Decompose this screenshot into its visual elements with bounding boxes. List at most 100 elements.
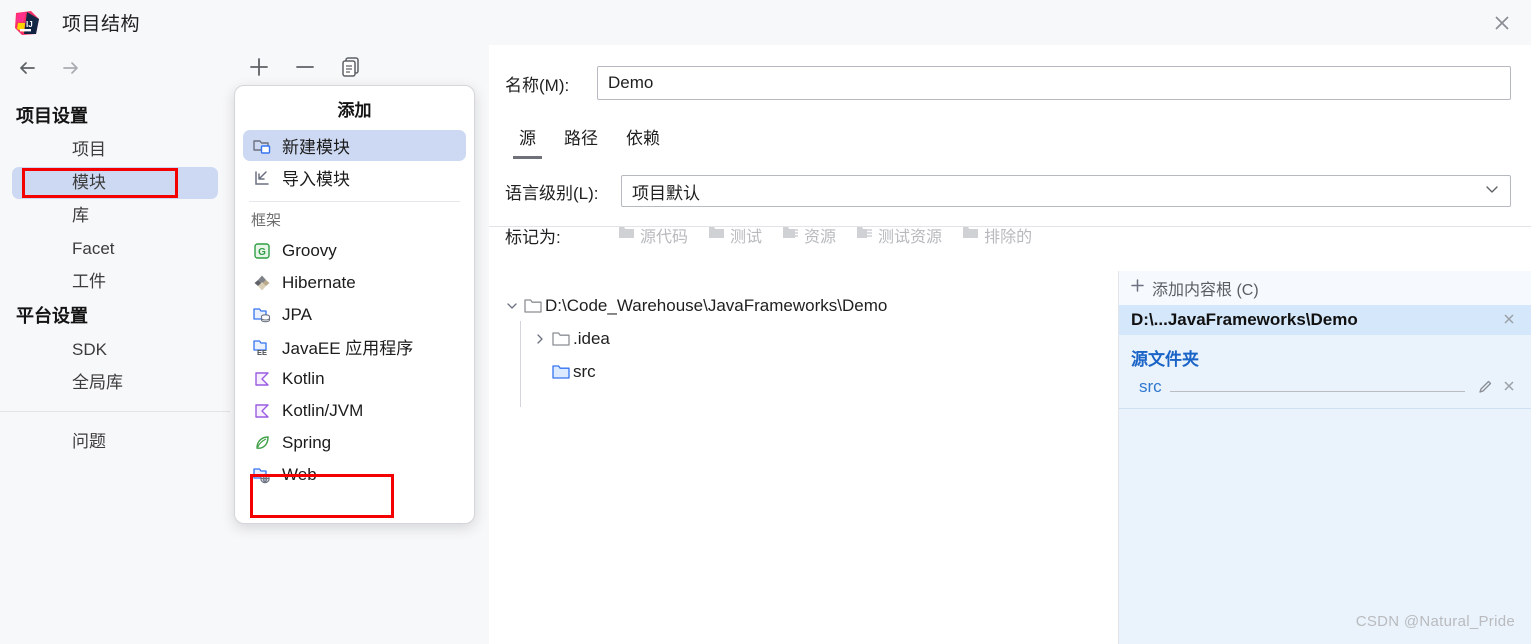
navigation-arrows (0, 45, 230, 91)
popup-item-label: JavaEE 应用程序 (282, 339, 414, 358)
add-popup-title: 添加 (337, 101, 372, 120)
language-level-row: 语言级别(L): 项目默认 (505, 173, 1511, 209)
add-popup-menu: 添加 新建模块 导入模块 框架 G Groovy Hibernate JPA E… (234, 85, 475, 524)
mark-as-resources-button[interactable]: 资源 (775, 220, 843, 250)
groovy-icon: G (251, 240, 273, 262)
tree-row[interactable]: .idea (489, 322, 1118, 355)
module-name-input[interactable] (597, 66, 1511, 100)
popup-item-jpa[interactable]: JPA (243, 299, 466, 330)
tree-row-label: D:\Code_Warehouse\JavaFrameworks\Demo (545, 295, 888, 315)
plus-icon (1129, 277, 1146, 299)
tree-row-label: src (573, 361, 596, 381)
popup-item-label: 导入模块 (282, 170, 350, 189)
sidebar-item-artifacts[interactable]: 工件 (12, 266, 218, 298)
settings-sidebar: 项目设置 项目 模块 库 Facet 工件 平台设置 SDK 全局库 问题 (0, 45, 231, 644)
title-bar: IJ 项目结构 (0, 0, 1531, 46)
module-details-panel: 名称(M): 源 路径 依赖 语言级别(L): 项目默认 标记为: (489, 45, 1531, 644)
sources-content: D:\Code_Warehouse\JavaFrameworks\Demo .i… (489, 271, 1531, 644)
sidebar-group-platform-settings: 平台设置 (16, 306, 88, 326)
source-folder-name: src (1139, 377, 1162, 396)
sidebar-item-problems[interactable]: 问题 (12, 426, 218, 458)
close-icon[interactable] (1501, 311, 1519, 329)
remove-module-button[interactable] (292, 54, 318, 80)
mark-as-sources-button[interactable]: 源代码 (611, 220, 695, 250)
sidebar-item-libraries[interactable]: 库 (12, 200, 218, 232)
chevron-down-icon[interactable] (503, 297, 521, 315)
close-icon[interactable] (1501, 378, 1519, 396)
tree-row[interactable]: D:\Code_Warehouse\JavaFrameworks\Demo (489, 289, 1118, 322)
popup-item-label: Groovy (282, 240, 337, 260)
popup-item-label: Kotlin/JVM (282, 400, 364, 420)
popup-item-label: Web (282, 464, 317, 484)
popup-item-new-module[interactable]: 新建模块 (243, 130, 466, 161)
mark-as-row: 标记为: 源代码 测试 资源 测试资源 排除的 (505, 219, 1511, 251)
mark-as-tests-button[interactable]: 测试 (701, 220, 769, 250)
tabs-underline (489, 226, 1531, 227)
tab-dependencies[interactable]: 依赖 (612, 124, 674, 159)
add-content-root-label: 添加内容根 (C) (1152, 282, 1259, 299)
add-content-root-button[interactable]: 添加内容根 (C) (1119, 271, 1531, 305)
source-folder-row[interactable]: src (1119, 372, 1531, 402)
svg-text:G: G (258, 247, 266, 258)
javaee-icon: EE (251, 336, 273, 358)
jpa-icon (251, 304, 273, 326)
add-module-button[interactable] (246, 54, 272, 80)
tab-paths[interactable]: 路径 (550, 124, 612, 159)
module-name-row: 名称(M): (505, 63, 1511, 103)
sidebar-list: 项目设置 项目 模块 库 Facet 工件 平台设置 SDK 全局库 问题 (0, 91, 230, 458)
content-root-path: D:\...JavaFrameworks\Demo (1131, 310, 1358, 329)
folder-resources-icon (782, 225, 799, 245)
arrow-right-icon[interactable] (58, 55, 84, 81)
folder-tests-icon (708, 225, 725, 245)
sidebar-divider (0, 411, 230, 412)
chevron-right-icon[interactable] (531, 330, 549, 348)
copy-module-button[interactable] (338, 54, 364, 80)
module-name-label: 名称(M): (505, 75, 570, 95)
popup-item-hibernate[interactable]: Hibernate (243, 267, 466, 298)
import-module-icon (251, 167, 273, 189)
popup-item-web[interactable]: Web (243, 459, 466, 490)
source-folders-label: 源文件夹 (1131, 350, 1199, 369)
folder-icon (521, 297, 545, 315)
module-file-tree: D:\Code_Warehouse\JavaFrameworks\Demo .i… (489, 271, 1119, 644)
popup-item-kotlin[interactable]: Kotlin (243, 363, 466, 394)
tree-guide-line (520, 321, 521, 407)
arrow-left-icon[interactable] (14, 55, 40, 81)
project-structure-dialog: IJ 项目结构 项目设置 项目 模块 库 Facet 工件 平台设置 SDK 全… (0, 0, 1531, 644)
popup-section-frameworks: 框架 (251, 212, 282, 229)
popup-item-javaee[interactable]: EE JavaEE 应用程序 (243, 331, 466, 362)
popup-item-spring[interactable]: Spring (243, 427, 466, 458)
popup-item-import-module[interactable]: 导入模块 (243, 162, 466, 193)
pencil-icon[interactable] (1477, 378, 1495, 396)
svg-text:IJ: IJ (26, 20, 33, 29)
tree-row-label: .idea (573, 328, 610, 348)
popup-item-label: Spring (282, 432, 332, 452)
modules-toolbar (230, 45, 489, 89)
sidebar-item-global-libraries[interactable]: 全局库 (12, 367, 218, 399)
popup-item-groovy[interactable]: G Groovy (243, 235, 466, 266)
mark-as-test-resources-button[interactable]: 测试资源 (849, 220, 949, 250)
tab-sources[interactable]: 源 (505, 124, 550, 159)
folder-sources-icon (618, 225, 635, 245)
sidebar-item-modules[interactable]: 模块 (12, 167, 218, 199)
close-icon[interactable] (1491, 12, 1513, 34)
language-level-value: 项目默认 (632, 183, 700, 203)
popup-divider (249, 201, 460, 202)
content-root-row[interactable]: D:\...JavaFrameworks\Demo (1119, 305, 1531, 335)
popup-item-kotlin-jvm[interactable]: Kotlin/JVM (243, 395, 466, 426)
sidebar-item-project[interactable]: 项目 (12, 134, 218, 166)
content-roots-pane: 添加内容根 (C) D:\...JavaFrameworks\Demo 源文件夹… (1119, 271, 1531, 644)
mark-as-excluded-button[interactable]: 排除的 (955, 220, 1039, 250)
svg-text:EE: EE (257, 348, 267, 357)
language-level-select[interactable]: 项目默认 (621, 175, 1511, 207)
kotlin-icon (251, 368, 273, 390)
tree-row[interactable]: src (489, 355, 1118, 388)
folder-test-resources-icon (856, 225, 873, 245)
language-level-label: 语言级别(L): (505, 183, 599, 203)
sidebar-item-sdks[interactable]: SDK (12, 334, 218, 366)
folder-source-icon (549, 363, 573, 381)
sidebar-item-facets[interactable]: Facet (12, 233, 218, 265)
window-title: 项目结构 (62, 14, 141, 35)
folder-excluded-icon (962, 225, 979, 245)
